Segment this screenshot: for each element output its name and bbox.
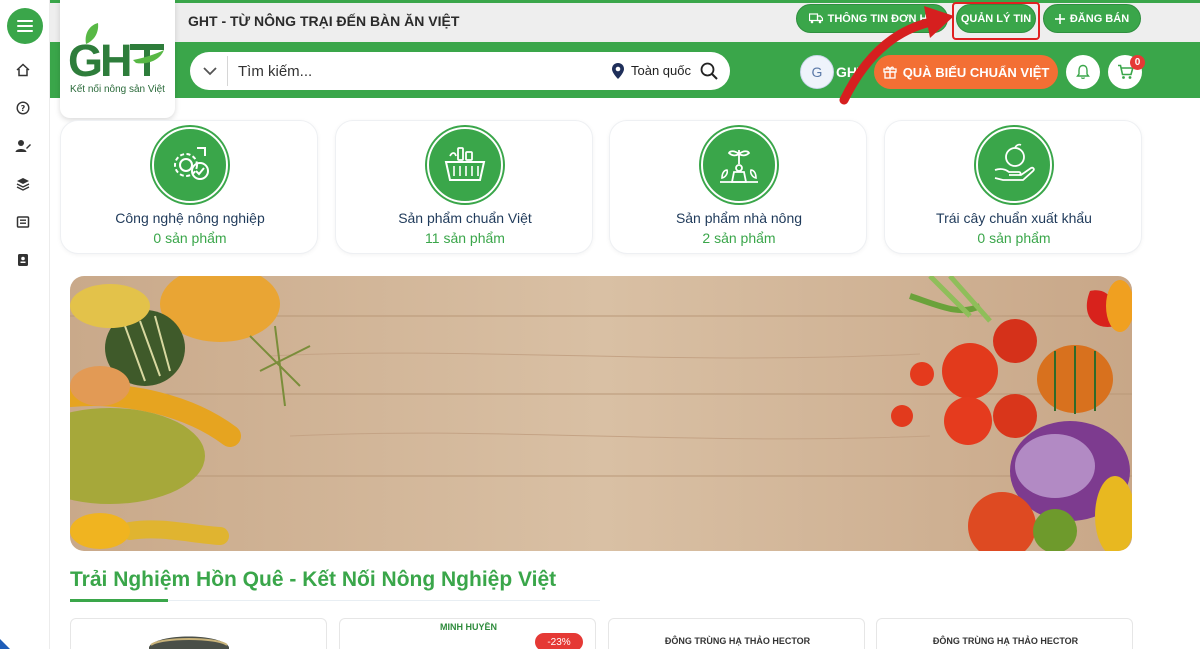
category-card[interactable]: Sản phẩm chuẩn Việt 11 sản phẩm	[335, 120, 593, 254]
avatar[interactable]: G	[800, 55, 834, 89]
category-card[interactable]: Trái cây chuẩn xuất khẩu 0 sản phẩm	[884, 120, 1142, 254]
search-bar: Toàn quốc	[190, 52, 730, 90]
category-count: 0 sản phẩm	[153, 230, 227, 246]
hero-banner[interactable]	[70, 276, 1132, 551]
cart-count-badge: 0	[1130, 55, 1145, 70]
category-count: 2 sản phẩm	[702, 230, 776, 246]
category-icon-circle	[976, 127, 1052, 203]
section-rule	[168, 600, 600, 601]
region-selector[interactable]: Toàn quốc	[631, 63, 691, 78]
rail-home[interactable]	[14, 61, 32, 79]
annotation-arrow	[839, 6, 954, 105]
search-divider	[227, 56, 228, 86]
rail-user-edit[interactable]	[14, 137, 32, 155]
post-sale-button[interactable]: ĐĂNG BÁN	[1043, 4, 1141, 33]
logo-card[interactable]: G H Kết nối nông sản Việt	[60, 0, 175, 118]
product-card[interactable]	[70, 618, 327, 649]
category-name: Công nghệ nông nghiệp	[115, 210, 265, 226]
discount-badge: -23%	[535, 633, 583, 649]
category-name: Sản phẩm chuẩn Việt	[398, 210, 532, 226]
post-sale-label: ĐĂNG BÁN	[1069, 12, 1130, 25]
product-card[interactable]: ĐÔNG TRÙNG HẠ THẢO HECTOR	[608, 618, 865, 649]
section-underline	[70, 599, 168, 602]
svg-text:H: H	[100, 35, 133, 84]
product-brand: MINH HUYỀN	[439, 622, 497, 632]
product-brand: ĐÔNG TRÙNG HẠ THẢO HECTOR	[932, 636, 1079, 646]
basket-icon	[444, 147, 486, 181]
plus-icon	[1054, 13, 1065, 24]
rail-contact[interactable]	[14, 251, 32, 269]
site-title: GHT - TỪ NÔNG TRẠI ĐẾN BÀN ĂN VIỆT	[188, 13, 460, 29]
search-icon[interactable]	[699, 61, 719, 81]
location-pin-icon	[612, 63, 624, 79]
bell-icon	[1076, 64, 1090, 80]
search-input[interactable]	[238, 58, 538, 84]
svg-text:?: ?	[21, 104, 26, 113]
hand-fruit-icon	[994, 143, 1035, 181]
layers-icon	[16, 178, 30, 191]
product-card[interactable]: MINH HUYỀN -23%	[339, 618, 596, 649]
page: ? GHT - TỪ NÔNG TRẠI ĐẾN BÀN ĂN VIỆT THÔ…	[0, 0, 1200, 649]
rail-book[interactable]	[14, 213, 32, 231]
svg-text:G: G	[68, 35, 103, 84]
rail-layers[interactable]	[14, 175, 32, 193]
product-image-jar	[149, 636, 229, 649]
ght-logo: G H	[68, 23, 164, 84]
logo-tagline: Kết nối nông sản Việt	[70, 84, 165, 95]
corner-mark	[0, 639, 10, 649]
category-icon-circle	[701, 127, 777, 203]
left-rail: ?	[0, 0, 50, 649]
category-name: Trái cây chuẩn xuất khẩu	[936, 210, 1092, 226]
category-icon-circle	[152, 127, 228, 203]
category-icon-circle	[427, 127, 503, 203]
category-card[interactable]: Công nghệ nông nghiệp 0 sản phẩm	[60, 120, 318, 254]
category-name: Sản phẩm nhà nông	[675, 210, 803, 226]
user-edit-icon	[15, 140, 31, 152]
home-icon	[16, 63, 30, 77]
hamburger-icon	[17, 20, 33, 32]
truck-icon	[808, 13, 823, 24]
section-title: Trải Nghiệm Hồn Quê - Kết Nối Nông Nghiệ…	[70, 568, 557, 591]
notifications-button[interactable]	[1066, 55, 1100, 89]
product-card[interactable]: ĐÔNG TRÙNG HẠ THẢO HECTOR	[876, 618, 1133, 649]
book-icon	[16, 216, 30, 228]
chevron-down-icon[interactable]	[202, 63, 218, 79]
vegetables-banner-image	[70, 276, 1132, 551]
question-icon: ?	[16, 101, 30, 115]
contact-card-icon	[18, 254, 28, 266]
product-brand: ĐÔNG TRÙNG HẠ THẢO HECTOR	[664, 636, 811, 646]
farmer-plant-icon	[720, 150, 758, 183]
gear-check-icon	[174, 147, 209, 180]
category-count: 11 sản phẩm	[425, 230, 505, 246]
category-card[interactable]: Sản phẩm nhà nông 2 sản phẩm	[609, 120, 867, 254]
category-count: 0 sản phẩm	[977, 230, 1051, 246]
menu-button[interactable]	[7, 8, 43, 44]
rail-help[interactable]: ?	[14, 99, 32, 117]
